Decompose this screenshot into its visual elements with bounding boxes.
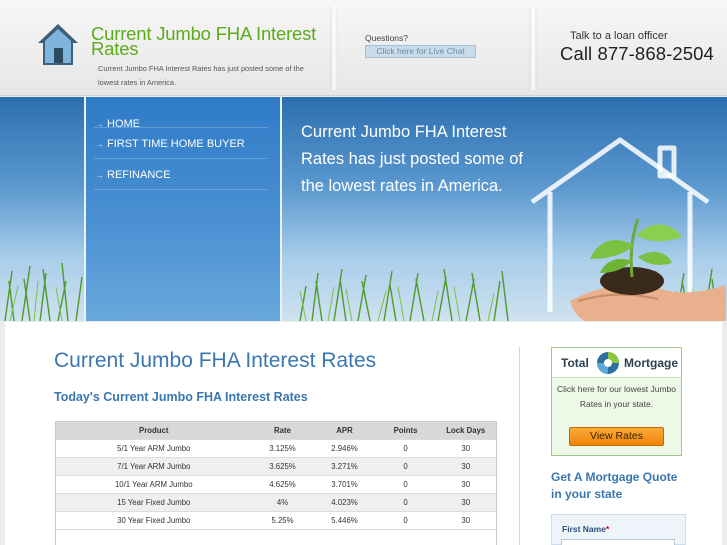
section-subtitle: Today's Current Jumbo FHA Interest Rates [54,390,308,404]
table-row: 15 Year Fixed Jumbo 4% 4.023% 0 30 [55,493,497,512]
first-name-field[interactable] [561,539,675,545]
main-content: Current Jumbo FHA Interest Rates Today's… [5,322,722,545]
table-row: 5/1 Year ARM Jumbo 3.125% 2.946% 0 30 [55,439,497,458]
table-cell: 30 [435,457,497,476]
arrow-right-icon: → [96,171,104,180]
table-cell: 7/1 Year ARM Jumbo [55,457,252,476]
table-cell: 4% [251,493,314,512]
table-row [55,529,497,545]
logo-swirl-icon [597,352,619,374]
nav-item-label: REFINANCE [107,169,171,181]
table-cell: 0 [375,511,436,530]
nav-item-refinance[interactable]: → REFINANCE [94,159,268,190]
main-nav: → HOME → FIRST TIME HOME BUYER → REFINANCE [84,97,282,321]
house-logo-icon[interactable] [36,22,80,66]
page-title: Current Jumbo FHA Interest Rates [54,349,377,372]
header-divider [529,6,537,90]
table-cell: 5/1 Year ARM Jumbo [55,439,252,458]
table-cell: 30 [435,439,497,458]
questions-label: Questions? [365,33,408,43]
total-mortgage-promo[interactable]: Total Mortgage Click here for our lowest… [551,347,682,456]
header-divider [330,6,338,90]
table-cell: 5.25% [251,511,314,530]
column-header: Rate [251,421,314,440]
banner-headline: Current Jumbo FHA Interest Rates has jus… [301,123,523,195]
nav-item-label: FIRST TIME HOME BUYER [107,138,245,150]
quote-heading: Get A Mortgage Quote in your state [551,470,678,501]
table-cell: 10/1 Year ARM Jumbo [55,475,252,494]
table-cell: 5.446% [313,511,376,530]
table-cell: 0 [375,475,436,494]
table-cell: 3.625% [251,457,314,476]
table-cell: 30 [435,493,497,512]
view-rates-button[interactable]: View Rates [569,427,664,446]
table-cell: 0 [375,493,436,512]
table-row: 30 Year Fixed Jumbo 5.25% 5.446% 0 30 [55,511,497,530]
required-marker: * [605,524,610,534]
column-header: Lock Days [435,421,497,440]
live-chat-button[interactable]: Click here for Live Chat [365,45,476,58]
table-cell: 30 Year Fixed Jumbo [55,511,252,530]
table-cell: 0 [375,457,436,476]
table-cell: 3.701% [313,475,376,494]
table-cell: 30 [435,511,497,530]
plant-in-hand-graphic [570,218,726,321]
total-mortgage-logo: Total Mortgage [552,348,681,378]
table-cell: 15 Year Fixed Jumbo [55,493,252,512]
rates-table: Product Rate APR Points Lock Days 5/1 Ye… [55,421,497,545]
site-title[interactable]: Current Jumbo FHA Interest Rates [91,24,331,58]
quote-form: First Name* [551,514,686,545]
promo-text: Click here for our lowest Jumbo Rates in… [556,384,677,409]
hero-banner: → HOME → FIRST TIME HOME BUYER → REFINANCE … [0,97,727,321]
phone-number: Call 877-868-2504 [560,43,714,64]
nav-item-label: HOME [107,118,140,130]
site-header: Current Jumbo FHA Interest Rates Current… [0,0,727,96]
logo-text-right: Mortgage [624,356,678,370]
table-row: 7/1 Year ARM Jumbo 3.625% 3.271% 0 30 [55,457,497,476]
logo-text-left: Total [561,356,589,370]
first-name-label: First Name* [562,524,609,534]
column-header: Product [55,421,252,440]
site-tagline: Current Jumbo FHA Interest Rates has jus… [98,64,304,87]
table-cell: 3.125% [251,439,314,458]
table-cell: 4.023% [313,493,376,512]
arrow-right-icon: → [96,120,104,129]
table-header-row: Product Rate APR Points Lock Days [55,421,497,440]
table-cell: 3.271% [313,457,376,476]
table-cell: 0 [375,439,436,458]
column-divider [519,347,520,545]
column-header: Points [375,421,436,440]
table-cell: 2.946% [313,439,376,458]
first-name-label-text: First Name [562,524,606,534]
talk-to-officer-label: Talk to a loan officer [570,30,668,42]
arrow-right-icon: → [96,140,104,149]
nav-item-home[interactable]: → HOME [94,97,268,130]
nav-item-first-time-home-buyer[interactable]: → FIRST TIME HOME BUYER [94,128,268,159]
table-cell: 30 [435,475,497,494]
table-cell: 4.625% [251,475,314,494]
table-row: 10/1 Year ARM Jumbo 4.625% 3.701% 0 30 [55,475,497,494]
column-header: APR [313,421,376,440]
